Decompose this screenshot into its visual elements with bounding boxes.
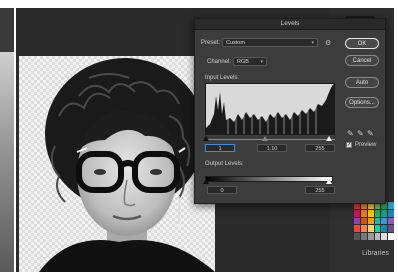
preview-label: Preview	[355, 142, 377, 148]
previous-step-strip	[0, 0, 16, 272]
input-gamma-thumb[interactable]	[262, 136, 268, 141]
input-white-thumb[interactable]	[326, 136, 332, 141]
channel-value: RGB	[237, 59, 249, 65]
ok-button[interactable]: OK	[345, 38, 379, 49]
input-black-field[interactable]: 1	[205, 144, 235, 152]
chevron-down-icon: ▾	[311, 40, 314, 46]
histogram	[205, 83, 335, 135]
gear-icon[interactable]: ⚙	[325, 39, 331, 47]
histogram-graph	[206, 84, 334, 134]
output-gradient	[205, 176, 333, 182]
screenshot-stage: 7 Libraries Levels Preset: Custom ▾ ⚙ Ch…	[0, 0, 398, 272]
input-black-thumb[interactable]	[203, 136, 209, 141]
channel-label: Channel:	[207, 59, 232, 65]
eyedropper-black-icon[interactable]: ✎	[347, 129, 354, 138]
output-black-field[interactable]: 0	[207, 186, 237, 194]
input-white-field[interactable]: 255	[305, 144, 335, 152]
options-button[interactable]: Options...	[345, 97, 379, 108]
dialog-title: Levels	[280, 20, 300, 27]
previous-step-toolbar	[0, 8, 14, 52]
output-levels-label: Output Levels:	[205, 161, 244, 167]
eyedropper-gray-icon[interactable]: ✎	[357, 129, 364, 138]
levels-dialog: Levels Preset: Custom ▾ ⚙ Channel: RGB ▾…	[194, 18, 386, 204]
output-black-thumb[interactable]	[203, 179, 209, 184]
input-levels-label: Input Levels:	[205, 75, 240, 81]
channel-select[interactable]: RGB ▾	[233, 57, 267, 66]
output-white-thumb[interactable]	[326, 179, 332, 184]
libraries-tab[interactable]: Libraries	[362, 250, 389, 257]
input-slider-track	[205, 139, 335, 140]
previous-step-photo	[0, 52, 14, 272]
cancel-button[interactable]: Cancel	[345, 55, 379, 66]
chevron-down-icon: ▾	[260, 59, 263, 65]
input-gamma-field[interactable]: 1.10	[257, 144, 287, 152]
preset-value: Custom	[226, 40, 245, 46]
preview-checkbox[interactable]: ✓	[346, 142, 352, 148]
swatches-panel[interactable]	[354, 202, 394, 240]
eyedropper-white-icon[interactable]: ✎	[367, 129, 374, 138]
auto-button[interactable]: Auto	[345, 77, 379, 88]
preset-select[interactable]: Custom ▾	[222, 38, 318, 47]
portrait-photo	[39, 58, 215, 272]
preset-label: Preset:	[201, 40, 221, 46]
output-white-field[interactable]: 255	[305, 186, 335, 194]
document-canvas[interactable]	[19, 56, 215, 272]
dialog-titlebar[interactable]: Levels	[195, 19, 385, 30]
